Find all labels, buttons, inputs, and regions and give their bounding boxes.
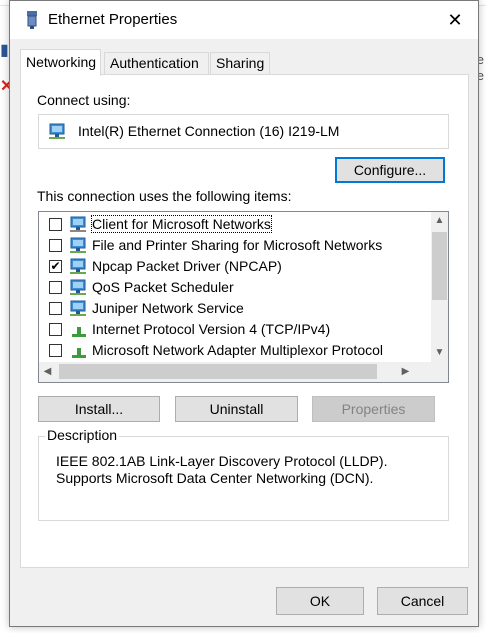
description-group: Description IEEE 802.1AB Link-Layer Disc… xyxy=(38,427,449,521)
scroll-right-icon[interactable]: ▶ xyxy=(397,363,414,380)
list-item[interactable]: Juniper Network Service xyxy=(39,298,431,319)
horizontal-scrollbar[interactable]: ◀ ▶ xyxy=(39,362,448,382)
scroll-left-icon[interactable]: ◀ xyxy=(39,363,56,380)
network-adapter-icon xyxy=(49,123,65,139)
cancel-label: Cancel xyxy=(400,593,445,609)
adapter-name: Intel(R) Ethernet Connection (16) I219-L… xyxy=(78,123,340,139)
description-text: IEEE 802.1AB Link-Layer Discovery Protoc… xyxy=(56,453,388,486)
item-checkbox[interactable] xyxy=(49,323,62,336)
adapter-box: Intel(R) Ethernet Connection (16) I219-L… xyxy=(38,114,449,149)
list-item[interactable]: Internet Protocol Version 4 (TCP/IPv4) xyxy=(39,319,431,340)
ethernet-properties-dialog: Ethernet Properties ✕ Networking Authent… xyxy=(9,0,479,627)
tab-label: Networking xyxy=(26,54,97,70)
properties-label: Properties xyxy=(341,401,406,417)
close-icon: ✕ xyxy=(447,9,463,30)
item-checkbox[interactable] xyxy=(49,281,62,294)
item-label: Npcap Packet Driver (NPCAP) xyxy=(92,258,282,274)
item-label: Internet Protocol Version 4 (TCP/IPv4) xyxy=(92,321,331,337)
item-checkbox[interactable]: ✔ xyxy=(49,260,62,273)
network-service-icon xyxy=(70,300,86,316)
item-label: File and Printer Sharing for Microsoft N… xyxy=(92,237,383,253)
configure-label: Configure... xyxy=(353,162,427,178)
list-item[interactable]: QoS Packet Scheduler xyxy=(39,277,431,298)
description-legend: Description xyxy=(45,427,120,443)
tab-authentication[interactable]: Authentication xyxy=(104,52,209,75)
items-label: This connection uses the following items… xyxy=(37,188,292,204)
item-label: Juniper Network Service xyxy=(92,300,244,316)
item-checkbox[interactable] xyxy=(49,302,62,315)
uninstall-label: Uninstall xyxy=(209,401,264,417)
vertical-scroll-thumb[interactable] xyxy=(432,232,447,300)
item-checkbox[interactable] xyxy=(49,239,62,252)
scroll-up-icon[interactable]: ▲ xyxy=(431,212,448,229)
components-list[interactable]: Client for Microsoft Networks File and P… xyxy=(38,211,449,383)
install-button[interactable]: Install... xyxy=(38,396,160,422)
ok-button[interactable]: OK xyxy=(276,587,364,615)
tab-label: Sharing xyxy=(216,55,265,71)
network-client-icon xyxy=(70,216,86,232)
close-button[interactable]: ✕ xyxy=(432,1,478,39)
item-checkbox[interactable] xyxy=(49,218,62,231)
network-service-icon xyxy=(70,279,86,295)
protocol-icon xyxy=(72,348,86,358)
ok-label: OK xyxy=(309,593,331,609)
connect-using-label: Connect using: xyxy=(37,92,131,108)
network-service-icon xyxy=(70,237,86,253)
horizontal-scroll-thumb[interactable] xyxy=(59,364,377,379)
tab-label: Authentication xyxy=(110,55,199,71)
list-item[interactable]: File and Printer Sharing for Microsoft N… xyxy=(39,235,431,256)
tab-networking[interactable]: Networking xyxy=(20,49,101,76)
network-adapter-icon xyxy=(27,11,37,29)
properties-button[interactable]: Properties xyxy=(312,396,435,422)
list-item[interactable]: Client for Microsoft Networks xyxy=(39,214,431,235)
network-service-icon xyxy=(70,258,86,274)
protocol-icon xyxy=(72,327,86,337)
item-checkbox[interactable] xyxy=(49,344,62,357)
networking-panel: Connect using: Intel(R) Ethernet Connect… xyxy=(20,74,469,568)
vertical-scrollbar[interactable]: ▲ ▼ xyxy=(431,212,448,364)
install-label: Install... xyxy=(74,401,124,417)
item-label: Client for Microsoft Networks xyxy=(91,215,272,233)
cancel-button[interactable]: Cancel xyxy=(377,587,468,615)
item-label: Microsoft Network Adapter Multiplexor Pr… xyxy=(92,342,383,358)
tab-sharing[interactable]: Sharing xyxy=(210,52,270,75)
uninstall-button[interactable]: Uninstall xyxy=(175,396,298,422)
item-label: QoS Packet Scheduler xyxy=(92,279,234,295)
title-bar: Ethernet Properties ✕ xyxy=(10,1,478,39)
list-item[interactable]: Microsoft Network Adapter Multiplexor Pr… xyxy=(39,340,431,361)
scroll-down-icon[interactable]: ▼ xyxy=(431,344,448,361)
configure-button[interactable]: Configure... xyxy=(335,157,445,183)
window-title: Ethernet Properties xyxy=(48,11,178,28)
list-item[interactable]: ✔ Npcap Packet Driver (NPCAP) xyxy=(39,256,431,277)
